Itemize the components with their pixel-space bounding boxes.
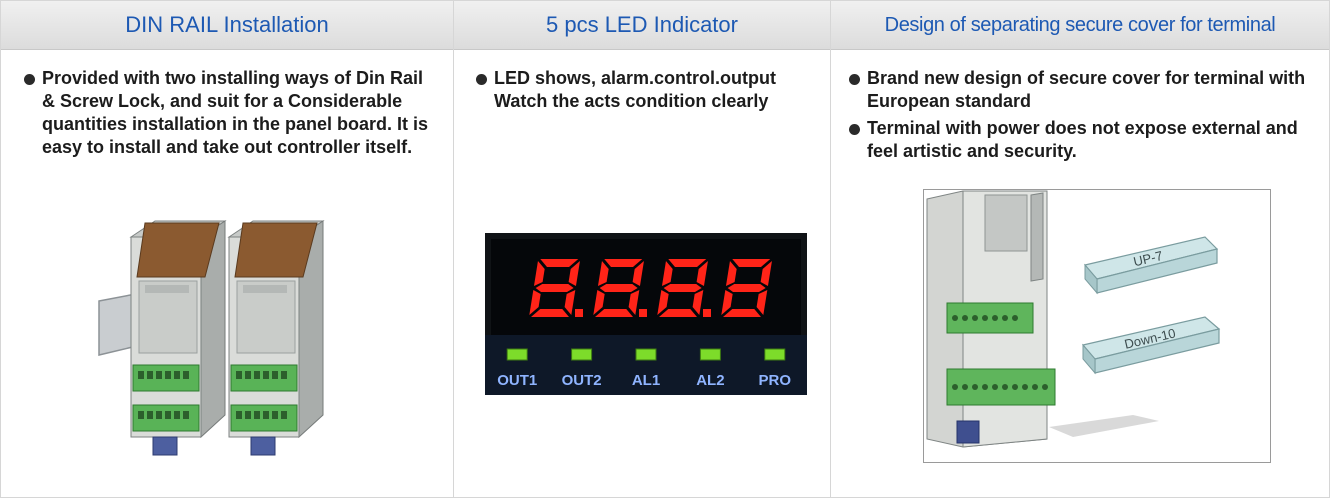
segment-g xyxy=(663,284,702,292)
din-rail-title: DIN RAIL Installation xyxy=(1,1,453,50)
bullet-item: Terminal with power does not expose exte… xyxy=(849,117,1319,163)
din-rail-bullets: Provided with two installing ways of Din… xyxy=(24,67,434,163)
secure-cover-image: UP-7 Down-10 xyxy=(923,189,1271,463)
indicator-label: AL2 xyxy=(696,372,724,389)
secure-cover-title: Design of separating secure cover for te… xyxy=(831,1,1329,50)
indicator-label: OUT1 xyxy=(497,372,537,389)
feature-panel: DIN RAIL Installation Provided with two … xyxy=(0,0,1330,498)
indicator-led xyxy=(506,348,528,361)
feature-secure-cover: Design of separating secure cover for te… xyxy=(831,1,1329,497)
indicator-led xyxy=(635,348,657,361)
feature-din-rail: DIN RAIL Installation Provided with two … xyxy=(1,1,454,497)
indicator-label: OUT2 xyxy=(562,372,602,389)
feature-led-indicator: 5 pcs LED Indicator LED shows, alarm.con… xyxy=(454,1,831,497)
decimal-point xyxy=(639,309,647,317)
led-display-image: OUT1 OUT2 AL1 AL2 PRO xyxy=(485,233,807,395)
indicator-label: PRO xyxy=(759,372,792,389)
segment-g xyxy=(599,284,638,292)
led-indicator-bullets: LED shows, alarm.control.output Watch th… xyxy=(476,67,821,117)
decimal-point xyxy=(703,309,711,317)
led-indicator-title: 5 pcs LED Indicator xyxy=(454,1,830,50)
bullet-item: LED shows, alarm.control.output Watch th… xyxy=(476,67,821,113)
decimal-point xyxy=(575,309,583,317)
secure-cover-bullets: Brand new design of secure cover for ter… xyxy=(849,67,1319,167)
bullet-item: Provided with two installing ways of Din… xyxy=(24,67,434,159)
indicator-label: AL1 xyxy=(632,372,660,389)
segment-g xyxy=(535,284,574,292)
indicator-led xyxy=(764,348,786,361)
segment-g xyxy=(727,284,766,292)
din-rail-controllers-image xyxy=(98,220,325,456)
bullet-item: Brand new design of secure cover for ter… xyxy=(849,67,1319,113)
indicator-led xyxy=(571,348,593,361)
indicator-led xyxy=(699,348,721,361)
